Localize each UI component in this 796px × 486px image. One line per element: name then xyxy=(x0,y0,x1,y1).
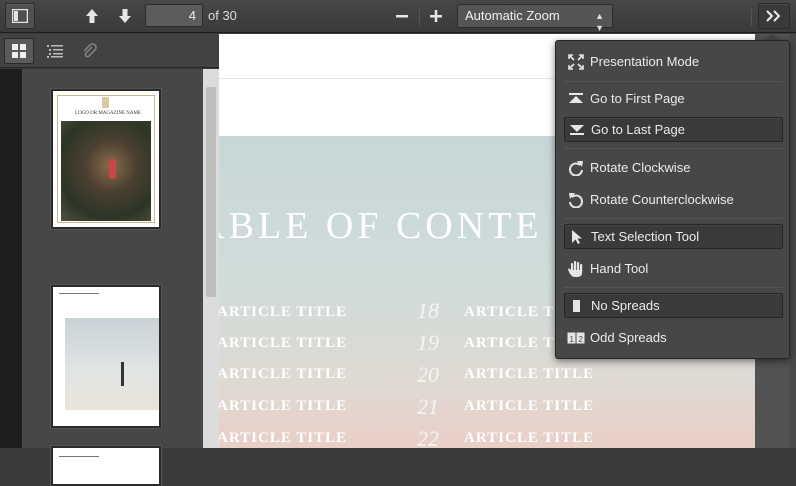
menu-item-label: Text Selection Tool xyxy=(591,229,700,244)
toc-article-title: ARTICLE T xyxy=(464,304,555,320)
toolbar-separator xyxy=(751,8,752,26)
toc-page-number: 19 xyxy=(417,330,439,355)
zoom-select[interactable]: Automatic Zoom ▲ ▼ xyxy=(457,4,613,33)
toggle-sidebar-button[interactable] xyxy=(5,3,35,29)
logo-mark-icon xyxy=(102,97,109,108)
toc-article-title: ARTICLE TITLE xyxy=(219,304,348,320)
main-toolbar: 4 of 30 Automatic Zoom ▲ ▼ xyxy=(0,0,796,33)
no-spreads-button[interactable]: No Spreads xyxy=(564,293,783,318)
rotate-counterclockwise-button[interactable]: Rotate Counterclockwise xyxy=(564,187,783,212)
toc-article-title: ARTICLE TITLE xyxy=(464,398,595,414)
menu-item-label: Odd Spreads xyxy=(590,330,667,345)
page-thumbnail[interactable] xyxy=(51,446,161,486)
toc-page-number: 21 xyxy=(417,394,439,419)
zoom-out-button[interactable] xyxy=(391,3,413,29)
toc-article-title: ARTICLE TITLE xyxy=(219,430,348,446)
attachments-view-button[interactable] xyxy=(74,38,104,64)
toc-page-number: 22 xyxy=(417,426,439,448)
thumbnail-scrollbar-thumb[interactable] xyxy=(206,87,216,297)
toolbar-separator xyxy=(419,8,420,26)
last-page-icon xyxy=(565,123,589,137)
menu-divider xyxy=(564,148,783,149)
menu-item-label: Rotate Counterclockwise xyxy=(590,192,734,207)
menu-divider xyxy=(564,287,783,288)
toc-article-title: ARTICLE TITLE xyxy=(464,366,595,382)
page-count-label: of 30 xyxy=(208,8,237,23)
toc-heading: TABLE OF CONTE xyxy=(219,205,543,247)
thumbnail-header-line xyxy=(59,456,99,457)
thumbnail-photo xyxy=(61,121,151,221)
minus-icon xyxy=(396,15,408,18)
menu-pointer xyxy=(765,33,779,40)
no-spreads-icon xyxy=(565,299,589,313)
page-number-input[interactable]: 4 xyxy=(145,4,203,27)
odd-spreads-button[interactable]: 12 Odd Spreads xyxy=(564,325,783,350)
cursor-icon xyxy=(565,229,589,245)
first-page-button[interactable]: Go to First Page xyxy=(564,86,783,111)
menu-item-label: Presentation Mode xyxy=(590,54,700,69)
thumbnail-logo-text: LOGO OR MAGAZINE NAME xyxy=(75,111,141,116)
outline-view-button[interactable] xyxy=(40,38,70,64)
paperclip-icon xyxy=(83,43,97,58)
toc-article-title: ARTICLE TITLE xyxy=(219,366,348,382)
plus-icon xyxy=(430,10,442,22)
thumbnail-photo xyxy=(65,318,159,410)
next-page-button[interactable] xyxy=(113,3,137,29)
toc-page-number: 20 xyxy=(417,362,439,387)
presentation-icon xyxy=(564,53,588,70)
thumbnail-list: LOGO OR MAGAZINE NAME xyxy=(0,69,219,486)
rotate-cw-icon xyxy=(564,160,588,176)
menu-item-label: Go to Last Page xyxy=(591,122,685,137)
hand-tool-button[interactable]: Hand Tool xyxy=(564,256,783,281)
menu-divider xyxy=(564,218,783,219)
zoom-select-value: Automatic Zoom xyxy=(465,8,560,23)
page-thumbnail[interactable] xyxy=(51,285,161,428)
grid-icon xyxy=(12,44,26,58)
toc-article-title: ARTICLE TITLE xyxy=(464,430,595,446)
arrow-down-icon xyxy=(119,9,131,23)
menu-item-label: Rotate Clockwise xyxy=(590,160,691,175)
presentation-mode-button[interactable]: Presentation Mode xyxy=(564,49,783,74)
sidebar-view-buttons xyxy=(0,34,219,68)
page-thumbnail[interactable]: LOGO OR MAGAZINE NAME xyxy=(51,89,161,229)
arrow-up-icon xyxy=(86,9,98,23)
sidebar: LOGO OR MAGAZINE NAME xyxy=(0,34,219,486)
photo-figure xyxy=(109,159,116,179)
menu-item-label: No Spreads xyxy=(591,298,660,313)
viewer-scrollbar[interactable] xyxy=(790,34,796,448)
toc-article-title: ARTICLE TITLE xyxy=(219,335,348,351)
thumbnail-view-button[interactable] xyxy=(4,38,34,64)
double-chevron-right-icon xyxy=(766,10,781,22)
hand-icon xyxy=(564,260,588,278)
toc-article-title: ARTICLE TITLE xyxy=(219,398,348,414)
last-page-button[interactable]: Go to Last Page xyxy=(564,117,783,142)
svg-text:2: 2 xyxy=(579,335,584,344)
menu-item-label: Go to First Page xyxy=(590,91,685,106)
toc-page-number: 18 xyxy=(417,298,439,323)
sidebar-toggle-icon xyxy=(12,9,28,23)
menu-item-label: Hand Tool xyxy=(590,261,649,276)
secondary-toolbar-toggle[interactable] xyxy=(758,3,790,29)
thumbnail-header-line xyxy=(59,293,99,294)
toc-article-title: ARTICLE TI xyxy=(464,335,562,351)
secondary-toolbar-menu: Presentation Mode Go to First Page Go to… xyxy=(555,40,790,359)
rotate-clockwise-button[interactable]: Rotate Clockwise xyxy=(564,155,783,180)
rotate-ccw-icon xyxy=(564,192,588,208)
first-page-icon xyxy=(564,92,588,106)
list-icon xyxy=(47,45,63,58)
zoom-in-button[interactable] xyxy=(425,3,447,29)
previous-page-button[interactable] xyxy=(80,3,104,29)
photo-figure xyxy=(121,362,124,386)
menu-divider xyxy=(564,81,783,82)
svg-text:1: 1 xyxy=(570,335,575,344)
odd-spreads-icon: 12 xyxy=(564,331,588,345)
sidebar-edge xyxy=(0,69,22,448)
text-selection-tool-button[interactable]: Text Selection Tool xyxy=(564,224,783,249)
